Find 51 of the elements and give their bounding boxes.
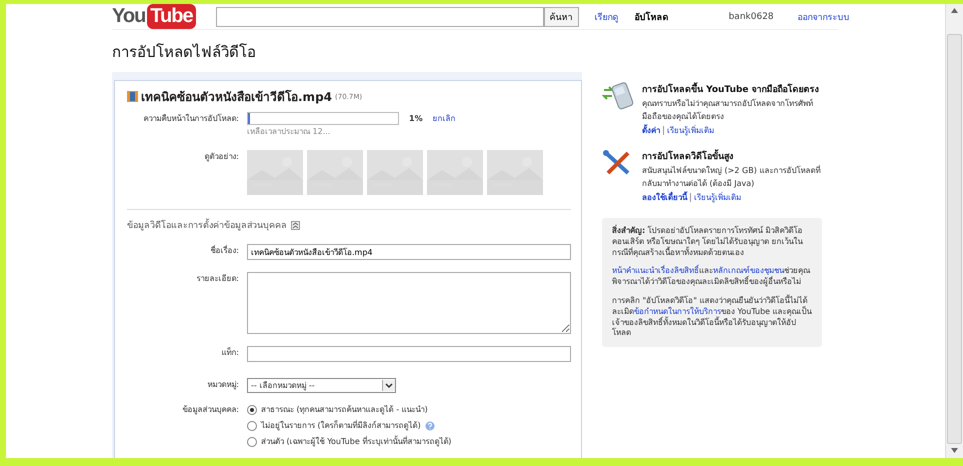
- file-name: เทคนิคซ้อนตัวหนังสือเข้าวีดีโอ.mp4: [141, 88, 332, 106]
- description-field[interactable]: [247, 272, 571, 334]
- username[interactable]: bank0628: [728, 12, 774, 22]
- radio-button[interactable]: [247, 436, 257, 446]
- promo-link[interactable]: ตั้งค่า: [642, 124, 660, 137]
- promo-title: การอัปโหลดขึ้น YouTube จากมือถือโดยตรง: [642, 82, 822, 96]
- notice-text: หน้าคำแนะนำเรื่องลิขสิทธิ์และหลักเกณฑ์ของชุมชนช่วยคุณพิจารณาได้ว่าวิดีโอของคุณละเมิดลิขสิทธิ์ของผู้อื่นหรือไม่: [612, 266, 812, 288]
- radio-label: สาธารณะ (ทุกคนสามารถค้นหาและดูได้ - แนะนำ): [261, 404, 428, 416]
- radio-button[interactable]: [247, 420, 257, 430]
- notice-text: การคลิก "อัปโหลดวิดีโอ" แสดงว่าคุณยืนยันว่าวิดีโอนี้ไม่ได้ละเมิดข้อกำหนดในการให้บริการของ YouTube และคุณเป็นเจ้าของลิขสิทธิ์ทั้งหมดในวิดีโอนี้หรือได้รับอนุญาตให้อัปโหลด: [612, 296, 812, 340]
- signout-link[interactable]: ออกจากระบบ: [798, 10, 850, 24]
- film-icon: [127, 91, 138, 102]
- field-label: ความคืบหน้าในการอัปโหลด:: [142, 112, 239, 125]
- search-field[interactable]: [216, 6, 544, 26]
- notice-link[interactable]: หลักเกณฑ์ของชุมชน: [713, 266, 784, 276]
- promo-title: การอัปโหลดวิดีโอขั้นสูง: [642, 149, 822, 163]
- scrollbar[interactable]: [945, 4, 963, 458]
- search-button[interactable]: ค้นหา: [544, 6, 579, 26]
- time-remaining: เหลือเวลาประมาณ 12...: [247, 127, 330, 136]
- progress-percent: 1%: [409, 114, 423, 123]
- nav-link[interactable]: เรียกดู: [594, 10, 619, 24]
- section-heading: ข้อมูลวิดีโอและการตั้งค่าข้อมูลส่วนบุคคล: [127, 218, 287, 232]
- notice-link[interactable]: ข้อกำหนดในการให้บริการ: [634, 306, 721, 316]
- field-label: หมวดหมู่:: [206, 379, 239, 391]
- cancel-link[interactable]: ยกเลิก: [432, 112, 456, 125]
- radio-label: ไม่อยู่ในรายการ (ใครก็ตามที่มีลิงก์สามารถดูได้): [261, 419, 421, 432]
- category-dropdown[interactable]: -- เลือกหมวดหมู่ --: [247, 378, 396, 393]
- radio-button[interactable]: [247, 404, 257, 414]
- help-icon[interactable]: [424, 420, 435, 430]
- promo-link[interactable]: เรียนรู้เพิ่มเติม: [694, 191, 741, 204]
- scroll-down-icon[interactable]: [951, 448, 958, 453]
- radio-label: ส่วนตัว (เฉพาะผู้ใช้ YouTube ที่ระบุเท่านั้นที่สามารถดูได้): [261, 435, 452, 448]
- nav-link[interactable]: อัปโหลด: [634, 10, 669, 24]
- notice-link[interactable]: หน้าคำแนะนำเรื่องลิขสิทธิ์: [612, 266, 699, 276]
- collapse-icon[interactable]: [291, 220, 300, 230]
- field-label: แท็ก:: [220, 346, 239, 359]
- notice-text: สิ่งสำคัญ: โปรดอย่าอัปโหลดรายการโทรทัศน์ มิวสิควิดีโอ คอนเสิร์ต หรือโฆษณาใดๆ โดยไม่ได้รับอนุญาต ยกเว้นในกรณีที่คุณสร้างเนื้อหาทั้งหมดด้วยตนเอง: [612, 226, 804, 258]
- caret-icon: [382, 380, 395, 391]
- field-label: ข้อมูลส่วนบุคคล:: [181, 404, 239, 416]
- scroll-up-icon[interactable]: [951, 8, 958, 13]
- promo-link[interactable]: เรียนรู้เพิ่มเติม: [667, 124, 714, 137]
- field-label: รายละเอียด:: [195, 273, 239, 285]
- page-title: การอัปโหลดไฟล์วิดีโอ: [112, 42, 257, 63]
- text-field[interactable]: เทคนิคซ้อนตัวหนังสือเข้าวีดีโอ.mp4: [247, 244, 571, 260]
- field-label: ดูตัวอย่าง:: [203, 151, 239, 163]
- promo-text: สนับสนุนไฟล์ขนาดใหญ่ (>2 GB) และการอัปโหลดที่กลับมาทำงานต่อได้ (ต้องมี Java): [642, 164, 822, 190]
- promo-text: คุณทราบหรือไม่ว่าคุณสามารถอัปโหลดจากโทรศัพท์มือถือของคุณได้โดยตรง: [642, 98, 814, 123]
- promo-link[interactable]: ลองใช้เดี๋ยวนี้: [642, 191, 687, 204]
- phone-icon: [602, 82, 636, 110]
- text-field[interactable]: [247, 346, 571, 362]
- field-label: ชื่อเรื่อง:: [209, 244, 239, 257]
